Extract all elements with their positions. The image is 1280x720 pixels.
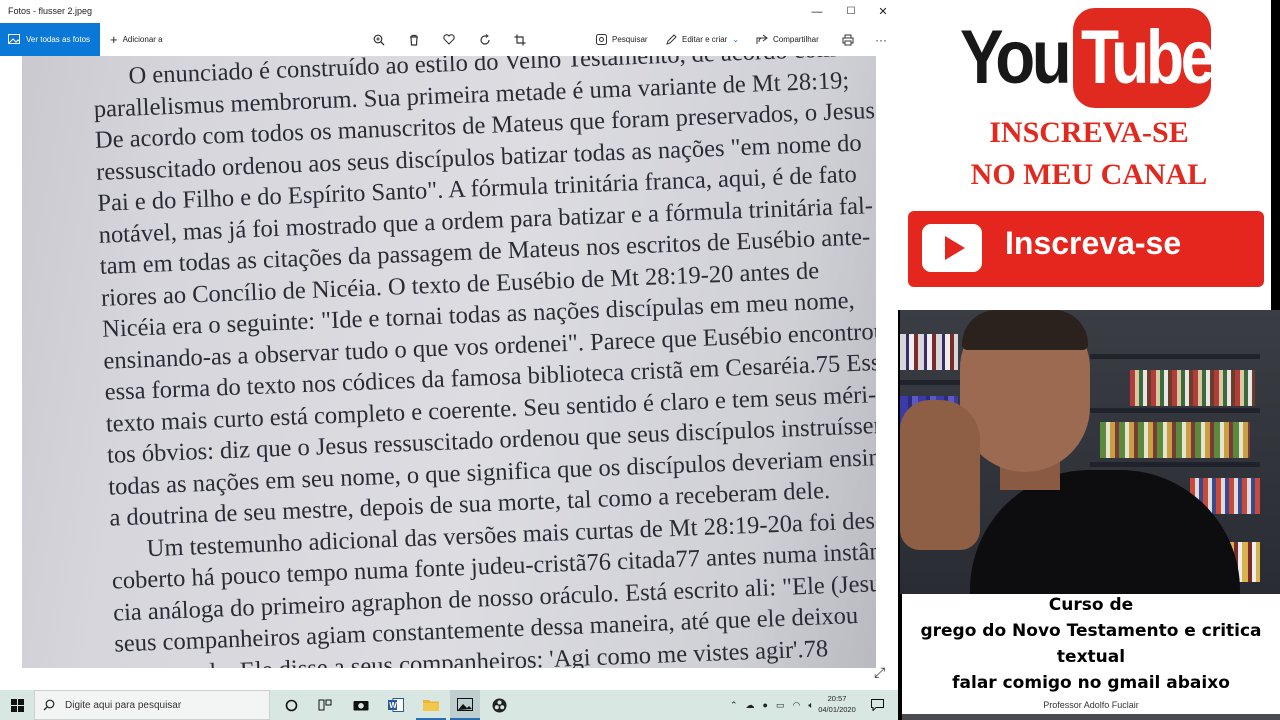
system-tray: ⌃ ☁ ● ▭ ◠ 🔈︎ [730,690,814,720]
clock-date: 04/01/2020 [818,705,856,714]
notifications-icon[interactable] [862,690,892,720]
youtube-logo-you: You [960,15,1072,100]
add-to-label: Adicionar a [122,35,163,44]
zoom-icon[interactable] [368,23,390,56]
rotate-icon[interactable] [474,23,496,56]
delete-icon[interactable] [403,23,425,56]
share-label: Compartilhar [773,35,819,44]
book-page-photo: O enunciado é construído ao estilo do Ve… [22,56,876,668]
cloud-icon[interactable]: ☁ [746,700,755,711]
play-icon [922,224,982,272]
maximize-button[interactable]: ☐ [834,0,868,23]
caption-line-3: textual [1056,647,1126,667]
clock[interactable]: 20:57 04/01/2020 [812,693,862,715]
caption-line-2: grego do Novo Testamento e critica [920,621,1262,641]
print-icon[interactable] [837,23,859,56]
photo-viewer: O enunciado é construído ao estilo do Ve… [0,56,898,690]
search-label: Pesquisar [612,35,648,44]
add-to-button[interactable]: + Adicionar a [110,23,163,56]
crop-icon[interactable] [509,23,531,56]
photos-icon [8,33,20,46]
battery-icon[interactable]: ▭ [776,700,785,711]
wifi-icon[interactable]: ◠ [793,700,801,711]
youtube-promo-panel: You Tube INSCREVA-SE NO MEU CANAL Inscre… [898,0,1280,310]
chevron-down-icon: ⌄ [732,35,740,44]
expand-icon[interactable]: ⤢ [874,664,892,682]
task-view-icon[interactable] [310,690,340,720]
minimize-button[interactable]: — [800,0,834,23]
bookshelf [1090,354,1260,359]
more-icon[interactable]: ··· [870,23,892,56]
edit-create-label: Editar e criar [682,35,728,44]
screen: Fotos - flusser 2.jpeg — ☐ ✕ Ver todas a… [0,0,1280,720]
bookshelf [1090,408,1260,413]
photos-app-window: Fotos - flusser 2.jpeg — ☐ ✕ Ver todas a… [0,0,898,690]
camera-app-icon[interactable] [346,690,376,720]
window-title: Fotos - flusser 2.jpeg [8,6,93,16]
clock-time: 20:57 [827,694,847,703]
book-page-text: O enunciado é construído ao estilo do Ve… [92,56,876,668]
plus-icon: + [110,32,118,47]
svg-text:W: W [389,701,397,710]
caption-author: Professor Adolfo Fuclair [1043,700,1139,710]
bottom-strip [902,714,1280,720]
promo-edge [1271,0,1280,310]
caption-line-4: falar comigo no gmail abaixo [952,673,1230,693]
search-placeholder: Digite aqui para pesquisar [65,699,182,711]
chevron-up-icon[interactable]: ⌃ [730,700,738,711]
webcam-feed [900,310,1280,594]
promo-channel-heading: NO MEU CANAL [970,158,1208,191]
edit-create-button[interactable]: Editar e criar ⌄ [666,23,739,56]
taskbar-search-input[interactable]: Digite aqui para pesquisar [34,690,270,720]
course-caption: Curso de grego do Novo Testamento e crit… [902,594,1280,720]
search-button[interactable]: Pesquisar [596,23,648,56]
share-icon [756,34,768,44]
windows-taskbar: Digite aqui para pesquisar W ⌃ ☁ ● ▭ ◠ 🔈… [0,690,898,720]
photos-toolbar: Ver todas as fotos + Adicionar a Pesquis… [0,23,898,56]
caption-line-1: Curso de [1048,595,1134,615]
search-icon [43,699,55,711]
person-hair [962,310,1088,350]
obs-icon[interactable] [484,690,514,720]
cortana-icon[interactable] [276,690,306,720]
edit-icon [666,34,677,45]
view-all-label: Ver todas as fotos [26,35,91,44]
file-explorer-icon[interactable] [416,690,446,720]
windows-start-icon[interactable] [2,690,32,720]
subscribe-button: Inscreva-se [908,211,1264,287]
bookshelf [1090,462,1260,467]
webcam-icon[interactable]: ● [763,700,768,710]
youtube-logo-tube: Tube [1081,15,1215,100]
search-scan-icon [596,34,607,45]
word-icon[interactable]: W [381,690,411,720]
subscribe-button-label: Inscreva-se [1005,225,1182,261]
books [900,334,958,370]
bookshelf [900,380,960,385]
person-hand [900,400,980,550]
view-all-photos-button[interactable]: Ver todas as fotos [0,23,100,56]
photos-app-icon[interactable] [450,690,480,720]
share-button[interactable]: Compartilhar [756,23,819,56]
books [1100,422,1250,458]
close-button[interactable]: ✕ [866,0,900,23]
promo-subscribe-heading: INSCREVA-SE [989,116,1189,149]
title-bar: Fotos - flusser 2.jpeg — ☐ ✕ [0,0,898,23]
heart-icon[interactable] [438,23,460,56]
books [1130,370,1255,406]
